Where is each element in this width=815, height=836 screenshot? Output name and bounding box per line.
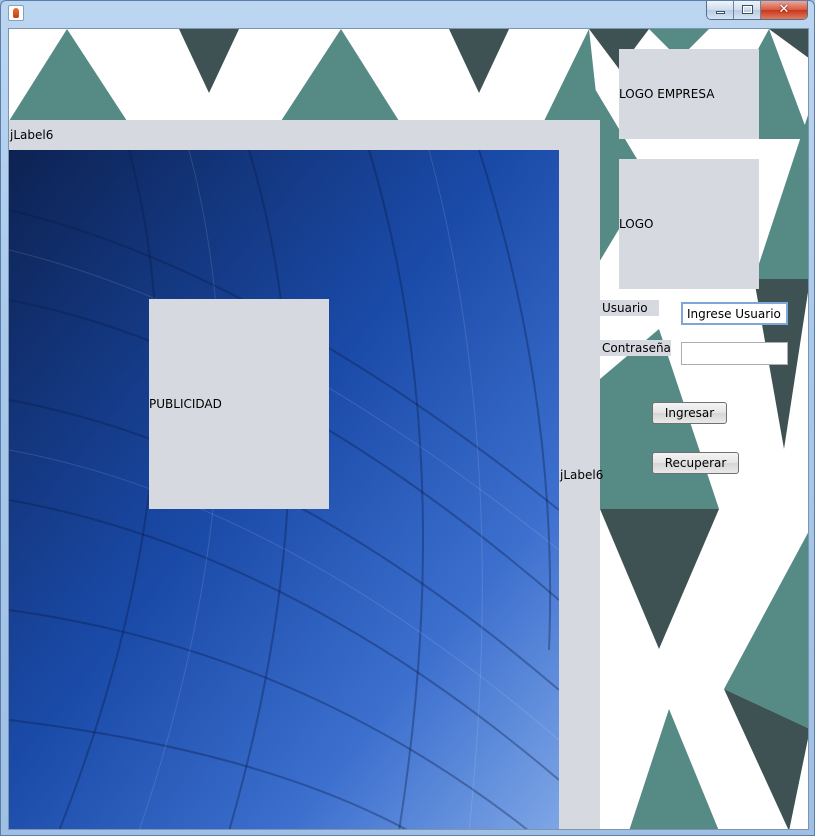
logo-label: LOGO [619, 217, 654, 231]
maximize-icon [742, 5, 753, 14]
contrasena-input[interactable] [681, 342, 788, 365]
top-panel-strip [9, 120, 600, 150]
contrasena-label: Contraseña [600, 340, 671, 356]
caption-buttons: ✕ [706, 1, 808, 20]
logo-empresa-label: LOGO EMPRESA [619, 87, 715, 101]
top-jlabel: jLabel6 [10, 128, 54, 142]
maximize-button[interactable] [734, 1, 761, 19]
publicidad-label: PUBLICIDAD [149, 397, 222, 411]
logo-box: LOGO [619, 159, 759, 289]
client-area: jLabel6 PUBLICIDAD jLabel6 LOGO EMPRESA … [8, 28, 809, 830]
right-jlabel: jLabel6 [560, 468, 604, 482]
title-bar[interactable]: ✕ [1, 1, 814, 28]
ingresar-button[interactable]: Ingresar [652, 402, 727, 424]
usuario-input[interactable] [681, 302, 788, 325]
minimize-button[interactable] [707, 1, 734, 19]
usuario-label: Usuario [600, 300, 659, 316]
app-window: ✕ jLabel6 PUBLICIDAD jLabel6 LOGO EMPRES… [0, 0, 815, 836]
publicidad-box: PUBLICIDAD [149, 299, 329, 509]
close-icon: ✕ [778, 2, 790, 17]
java-cup-icon[interactable] [8, 5, 24, 21]
minimize-icon [716, 11, 725, 14]
recuperar-button[interactable]: Recuperar [652, 452, 739, 474]
logo-empresa-box: LOGO EMPRESA [619, 49, 759, 139]
close-button[interactable]: ✕ [761, 1, 807, 19]
